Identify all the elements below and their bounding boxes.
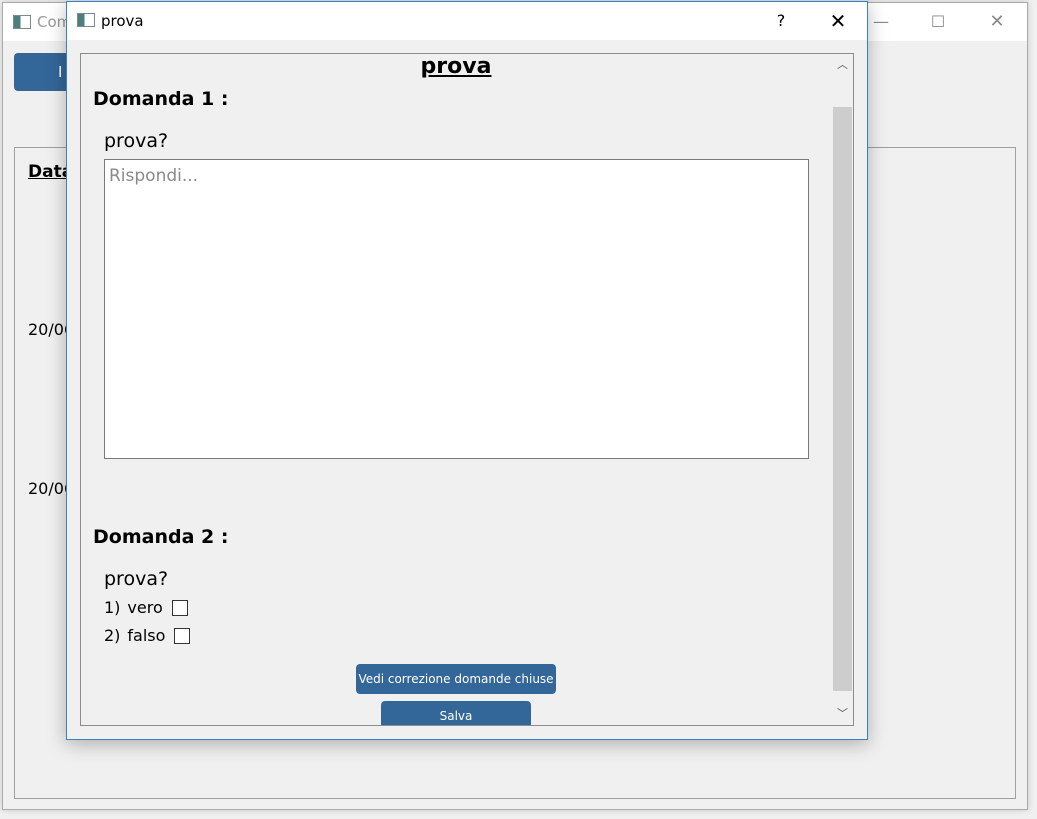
option-falso-checkbox[interactable] (174, 627, 191, 644)
help-button[interactable]: ? (769, 10, 793, 32)
dialog-titlebar[interactable]: prova ? ✕ (67, 2, 867, 40)
app-icon (77, 13, 95, 27)
save-button[interactable]: Salva (381, 701, 531, 725)
app-icon (13, 15, 31, 29)
option-number: 2) (104, 626, 121, 645)
vertical-scrollbar[interactable]: ︿ ﹀ (832, 54, 853, 725)
scrollbar-thumb[interactable] (833, 107, 852, 691)
question-1-text: prova? (104, 130, 169, 152)
quiz-dialog: prova ? ✕ prova Domanda 1 : prova? Doman… (66, 1, 868, 740)
option-label: vero (127, 598, 163, 617)
option-vero: 1) vero (104, 598, 188, 617)
option-number: 1) (104, 598, 121, 617)
quiz-content: prova Domanda 1 : prova? Domanda 2 : pro… (81, 54, 831, 725)
answer-textarea[interactable] (104, 159, 809, 459)
dialog-close-button[interactable]: ✕ (825, 10, 851, 32)
question-2-text: prova? (104, 568, 169, 590)
question-2-header: Domanda 2 : (93, 526, 229, 548)
option-vero-checkbox[interactable] (171, 599, 188, 616)
view-correction-button[interactable]: Vedi correzione domande chiuse (356, 664, 556, 694)
option-label: falso (127, 626, 166, 645)
minimize-button[interactable]: — (869, 11, 893, 33)
option-falso: 2) falso (104, 626, 191, 645)
chevron-up-icon[interactable]: ︿ (832, 56, 853, 74)
quiz-scroll-area[interactable]: prova Domanda 1 : prova? Domanda 2 : pro… (80, 53, 854, 726)
dialog-title: prova (101, 12, 144, 30)
main-close-button[interactable]: ✕ (985, 11, 1009, 33)
quiz-title: prova (420, 54, 492, 79)
question-1-header: Domanda 1 : (93, 88, 229, 110)
maximize-button[interactable]: ☐ (926, 11, 950, 33)
chevron-down-icon[interactable]: ﹀ (832, 705, 853, 723)
